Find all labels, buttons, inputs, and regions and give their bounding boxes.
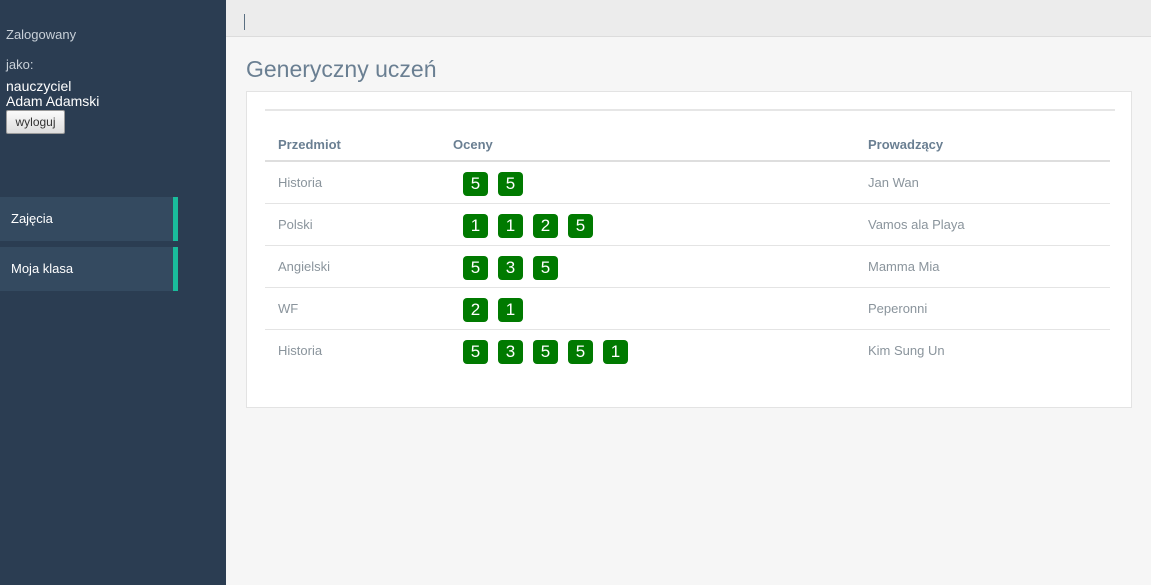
column-header-teacher: Prowadzący: [855, 128, 1110, 162]
sidebar-item-zajecia[interactable]: Zajęcia: [0, 197, 178, 241]
grade-badge[interactable]: 1: [498, 214, 523, 238]
grade-badge[interactable]: 5: [463, 256, 488, 280]
grade-badge[interactable]: 5: [533, 256, 558, 280]
logout-button[interactable]: wyloguj: [6, 110, 65, 134]
logged-in-label: Zalogowany: [6, 27, 77, 42]
grades-cell: 1125: [440, 203, 855, 246]
grade-badge[interactable]: 5: [568, 340, 593, 365]
subject-cell: Historia: [265, 161, 440, 204]
panel-divider: [265, 109, 1115, 111]
table-header-row: Przedmiot Oceny Prowadzący: [265, 128, 1110, 162]
grade-badge[interactable]: 5: [463, 340, 488, 365]
grade-badge[interactable]: 5: [568, 214, 593, 238]
teacher-cell: Jan Wan: [855, 161, 1110, 204]
grades-cell: 55: [440, 161, 855, 204]
grade-badge[interactable]: 3: [498, 256, 523, 280]
grade-badge[interactable]: 5: [463, 172, 488, 197]
top-bar: [226, 0, 1151, 37]
grades-panel: Przedmiot Oceny Prowadzący Historia 5 5 Jan…: [246, 91, 1132, 408]
topbar-separator: [244, 14, 245, 30]
grades-cell: 53551: [440, 329, 855, 371]
user-name: Adam Adamski: [6, 93, 100, 109]
grade-badge[interactable]: 2: [533, 214, 558, 238]
grade-badge[interactable]: 1: [463, 214, 488, 238]
table-row: Historia 5 3 5 5 1 Kim Sung Un: [265, 329, 1110, 371]
grades-cell: 21: [440, 287, 855, 330]
page-title: Generyczny uczeń: [246, 56, 437, 82]
column-header-grades: Oceny: [440, 128, 855, 162]
table-row: Historia 5 5 Jan Wan: [265, 161, 1110, 204]
grades-cell: 535: [440, 245, 855, 288]
table-row: WF 2 1 Peperonni: [265, 287, 1110, 330]
grades-table-body: Historia 5 5 Jan Wan Polski 1 1 2 5 Vamos ala Pla…: [265, 161, 1110, 371]
sidebar: Zalogowany jako: nauczyciel Adam Adamski…: [0, 0, 226, 585]
grades-table: Przedmiot Oceny Prowadzący Historia 5 5 Jan…: [265, 128, 1110, 371]
grade-badge[interactable]: 1: [498, 298, 523, 322]
teacher-cell: Kim Sung Un: [868, 342, 945, 358]
grade-badge[interactable]: 3: [498, 340, 523, 365]
subject-cell: Angielski: [265, 245, 440, 288]
subject-cell: Historia: [278, 342, 323, 358]
table-row: Angielski 5 3 5 Mamma Mia: [265, 245, 1110, 288]
teacher-cell: Peperonni: [855, 287, 1110, 330]
grade-badge[interactable]: 5: [533, 340, 558, 365]
grade-badge[interactable]: 5: [498, 172, 523, 197]
user-role: nauczyciel: [6, 78, 72, 94]
table-row: Polski 1 1 2 5 Vamos ala Playa: [265, 203, 1110, 246]
column-header-subject: Przedmiot: [265, 128, 440, 162]
as-label: jako:: [6, 57, 34, 72]
teacher-cell: Mamma Mia: [855, 245, 1110, 288]
subject-cell: Polski: [265, 203, 440, 246]
subject-cell: WF: [265, 287, 440, 330]
sidebar-item-moja-klasa[interactable]: Moja klasa: [0, 247, 178, 291]
grade-badge[interactable]: 2: [463, 298, 488, 322]
teacher-cell: Vamos ala Playa: [855, 203, 1110, 246]
grade-badge[interactable]: 1: [603, 340, 628, 365]
